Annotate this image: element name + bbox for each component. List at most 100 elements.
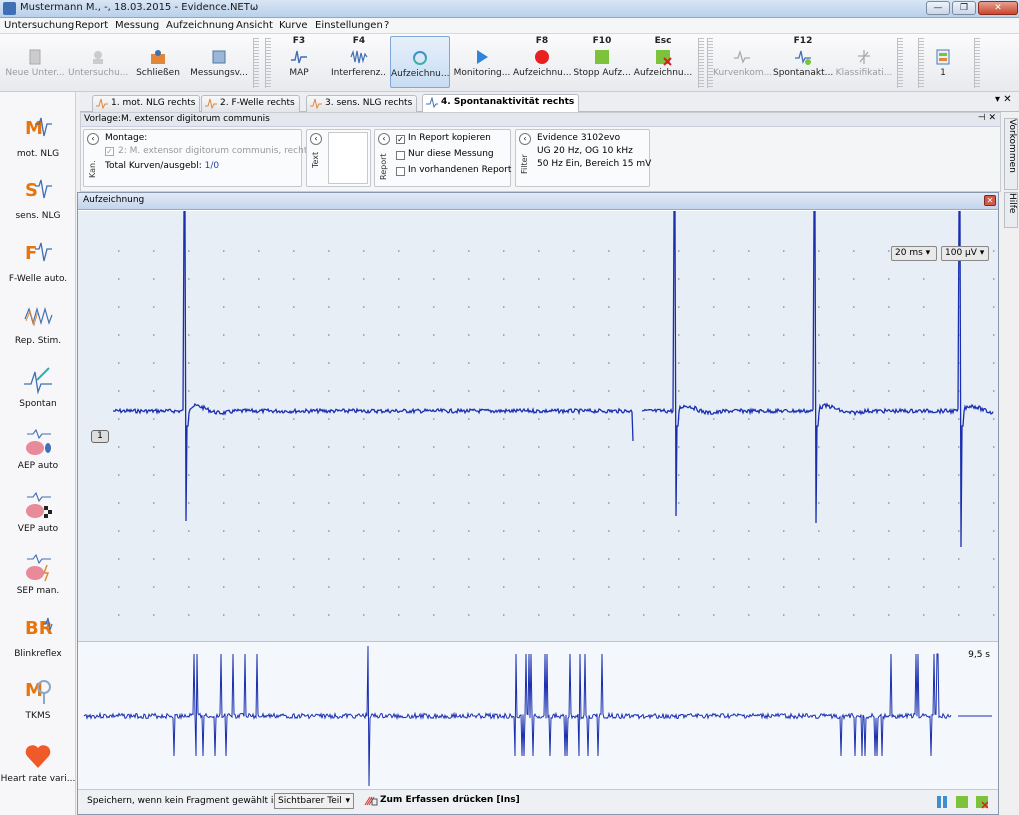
tab-label: 1. mot. NLG rechts: [111, 98, 196, 108]
recording-mode-button[interactable]: Aufzeichnu...: [390, 36, 450, 88]
close-icon[interactable]: ✕: [984, 195, 996, 206]
menu-help[interactable]: ?: [384, 20, 389, 31]
menu-report[interactable]: Report: [75, 20, 108, 31]
filter-label: Filter: [520, 154, 529, 174]
app-icon: [3, 2, 16, 15]
tab-overflow-icon[interactable]: ▾ ✕: [995, 94, 1012, 105]
waveform-plot[interactable]: 20 ms ▾ 100 µV ▾ 1: [78, 211, 998, 641]
menu-kurve[interactable]: Kurve: [279, 20, 308, 31]
tab-waveform-icon: [205, 98, 217, 109]
tab-label: 2. F-Welle rechts: [220, 98, 295, 108]
sidebar-item-sep[interactable]: SEP man.: [0, 547, 76, 605]
capture-button[interactable]: Zum Erfassen drücken [Ins]: [364, 795, 520, 806]
tab-label: 3. sens. NLG rechts: [325, 98, 413, 108]
sidebar-item-aep[interactable]: AEP auto: [0, 422, 76, 480]
sidebar-item-sens-nlg[interactable]: S sens. NLG: [0, 172, 76, 230]
channel-label[interactable]: 1: [91, 430, 109, 443]
toolbar-grip: [698, 38, 704, 88]
close-exam-button[interactable]: Schließen: [130, 36, 186, 88]
minimize-button[interactable]: —: [926, 1, 950, 15]
sidebar-item-spontan[interactable]: Spontan: [0, 360, 76, 418]
report-group: ‹ Report ✓ In Report kopieren Nur diese …: [374, 129, 511, 187]
menu-aufzeichnung[interactable]: Aufzeichnung: [166, 20, 234, 31]
overview-signal-trace: [83, 645, 992, 787]
template-header: Vorlage:M. extensor digitorum communis ⊣…: [81, 113, 1000, 127]
maximize-button[interactable]: ❐: [952, 1, 976, 15]
menu-einstellungen[interactable]: Einstellungen: [315, 20, 383, 31]
text-group: ‹ Text: [306, 129, 371, 187]
elapsed-time: 9,5 s: [968, 650, 990, 660]
cancel-icon: [656, 50, 672, 66]
new-exam-button[interactable]: Neue Unter...: [4, 36, 66, 88]
template-panel: Vorlage:M. extensor digitorum communis ⊣…: [80, 112, 1001, 192]
text-field[interactable]: [328, 132, 368, 184]
sidebar-item-f-wave[interactable]: F F-Welle auto.: [0, 235, 76, 293]
tab-vorkommen[interactable]: Vorkommen: [1004, 118, 1018, 190]
menu-ansicht[interactable]: Ansicht: [236, 20, 273, 31]
stop-recording-button[interactable]: F10 Stopp Aufz...: [573, 36, 631, 88]
sidebar-item-blinkreflex[interactable]: BR Blinkreflex: [0, 610, 76, 668]
recording-title: Aufzeichnung: [83, 195, 145, 205]
sidebar-item-label: Spontan: [19, 399, 57, 409]
tab-hilfe[interactable]: Hilfe: [1004, 192, 1018, 228]
sidebar-item-tkms[interactable]: M TKMS: [0, 672, 76, 730]
cancel-icon[interactable]: [976, 795, 988, 809]
tab-strip: 1. mot. NLG rechts 2. F-Welle rechts 3. …: [80, 92, 1019, 113]
amplifier-name: Evidence 3102evo: [537, 133, 621, 143]
save-fragment-select[interactable]: Sichtbarer Teil ▾: [274, 793, 354, 809]
tab-sens-nlg[interactable]: 3. sens. NLG rechts: [306, 95, 418, 112]
waveform-svg: [113, 211, 995, 616]
monitoring-button[interactable]: Monitoring...: [453, 36, 511, 88]
timebase-select[interactable]: 20 ms ▾: [891, 246, 937, 261]
sidebar-item-label: VEP auto: [17, 524, 59, 534]
spontaneous-activity-button[interactable]: F12 Spontanakt...: [773, 36, 833, 88]
only-this-measurement-checkbox[interactable]: [396, 151, 405, 160]
pause-icon[interactable]: [936, 795, 948, 809]
new-exam-icon: [29, 49, 41, 65]
sidebar-item-label: TKMS: [25, 711, 51, 721]
toolbar-grip: [897, 38, 903, 88]
map-button[interactable]: F3 MAP: [279, 36, 319, 88]
collapse-left-icon[interactable]: ‹: [310, 133, 322, 145]
sidebar-item-heart-rate[interactable]: Heart rate vari...: [0, 735, 76, 793]
sidebar-item-mot-nlg[interactable]: M mot. NLG: [0, 110, 76, 168]
toolbar: Neue Unter... Untersuchu... Schließen Me…: [0, 34, 1019, 92]
recording-icon: [413, 51, 427, 65]
pin-close-icon[interactable]: ⊣ ✕: [978, 113, 996, 123]
measurement-button[interactable]: Messungsv...: [188, 36, 250, 88]
existing-report-checkbox[interactable]: [396, 167, 405, 176]
collapse-left-icon[interactable]: ‹: [519, 133, 531, 145]
montage-checkbox[interactable]: ✓: [105, 147, 114, 156]
collapse-left-icon[interactable]: ‹: [378, 133, 390, 145]
play-icon: [477, 50, 488, 64]
classification-button[interactable]: Klassifikati...: [835, 36, 893, 88]
menu-messung[interactable]: Messung: [115, 20, 159, 31]
record-icon: [535, 50, 549, 64]
sidebar-item-vep[interactable]: VEP auto: [0, 485, 76, 543]
tab-f-welle[interactable]: 2. F-Welle rechts: [201, 95, 300, 112]
sensitivity-select[interactable]: 100 µV ▾: [941, 246, 989, 261]
sidebar-item-label: sens. NLG: [15, 211, 61, 221]
window-title: Mustermann M., -, 18.03.2015 - Evidence.…: [20, 2, 259, 13]
magnetic-stimulation-icon: M: [23, 678, 53, 708]
cancel-recording-button[interactable]: Esc Aufzeichnu...: [633, 36, 693, 88]
brain-checkerboard-icon: [23, 491, 53, 521]
overview-trace[interactable]: 9,5 s: [78, 641, 998, 789]
montage-group: ‹ Kan. Montage: ✓ 2: M. extensor digitor…: [83, 129, 312, 187]
save-label: Speichern, wenn kein Fragment gewählt is…: [87, 796, 285, 806]
tab-mot-nlg[interactable]: 1. mot. NLG rechts: [92, 95, 201, 112]
tab-spontanaktivitaet[interactable]: 4. Spontanaktivität rechts: [422, 94, 580, 113]
close-window-button[interactable]: ✕: [978, 1, 1018, 15]
menu-untersuchung[interactable]: Untersuchung: [4, 20, 74, 31]
stop-icon[interactable]: [956, 795, 968, 809]
repetitive-stimulation-icon: [23, 303, 53, 333]
layout-button[interactable]: 1: [928, 36, 958, 88]
exam-button[interactable]: Untersuchu...: [68, 36, 128, 88]
menu-bar: Untersuchung Report Messung Aufzeichnung…: [0, 18, 1019, 34]
curve-compare-button[interactable]: Kurvenkom...: [713, 36, 771, 88]
collapse-left-icon[interactable]: ‹: [87, 133, 99, 145]
interference-button[interactable]: F4 Interferenz...: [331, 36, 387, 88]
start-recording-button[interactable]: F8 Aufzeichnu...: [513, 36, 571, 88]
report-copy-checkbox[interactable]: ✓: [396, 135, 405, 144]
sidebar-item-rep-stim[interactable]: Rep. Stim.: [0, 297, 76, 355]
